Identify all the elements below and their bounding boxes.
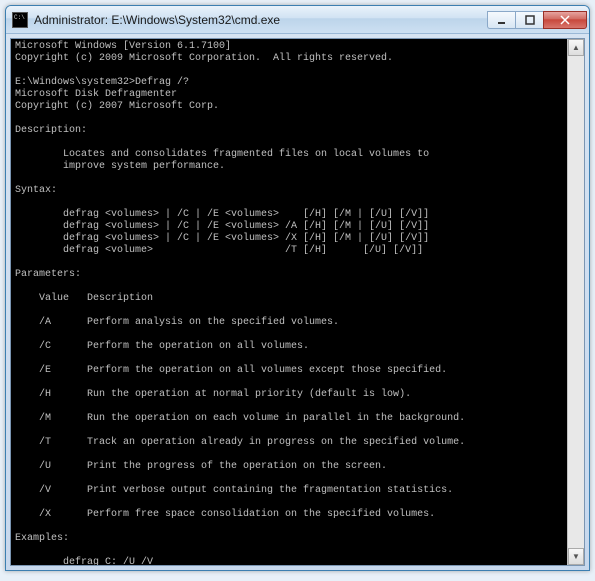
scrollbar-track[interactable] [568, 56, 584, 548]
window-controls [487, 11, 587, 29]
titlebar[interactable]: Administrator: E:\Windows\System32\cmd.e… [6, 6, 589, 34]
scroll-down-button[interactable]: ▼ [568, 548, 584, 565]
console-output[interactable]: Microsoft Windows [Version 6.1.7100] Cop… [11, 39, 567, 565]
cmd-icon [12, 12, 28, 28]
minimize-button[interactable] [487, 11, 515, 29]
window-title: Administrator: E:\Windows\System32\cmd.e… [34, 13, 487, 27]
console-text: Microsoft Windows [Version 6.1.7100] Cop… [15, 41, 465, 565]
close-button[interactable] [543, 11, 587, 29]
minimize-icon [497, 15, 507, 25]
scroll-up-button[interactable]: ▲ [568, 39, 584, 56]
close-icon [560, 15, 570, 25]
vertical-scrollbar[interactable]: ▲ ▼ [567, 39, 584, 565]
maximize-button[interactable] [515, 11, 543, 29]
maximize-icon [525, 15, 535, 25]
cmd-window: Administrator: E:\Windows\System32\cmd.e… [5, 5, 590, 571]
console-frame: Microsoft Windows [Version 6.1.7100] Cop… [10, 38, 585, 566]
